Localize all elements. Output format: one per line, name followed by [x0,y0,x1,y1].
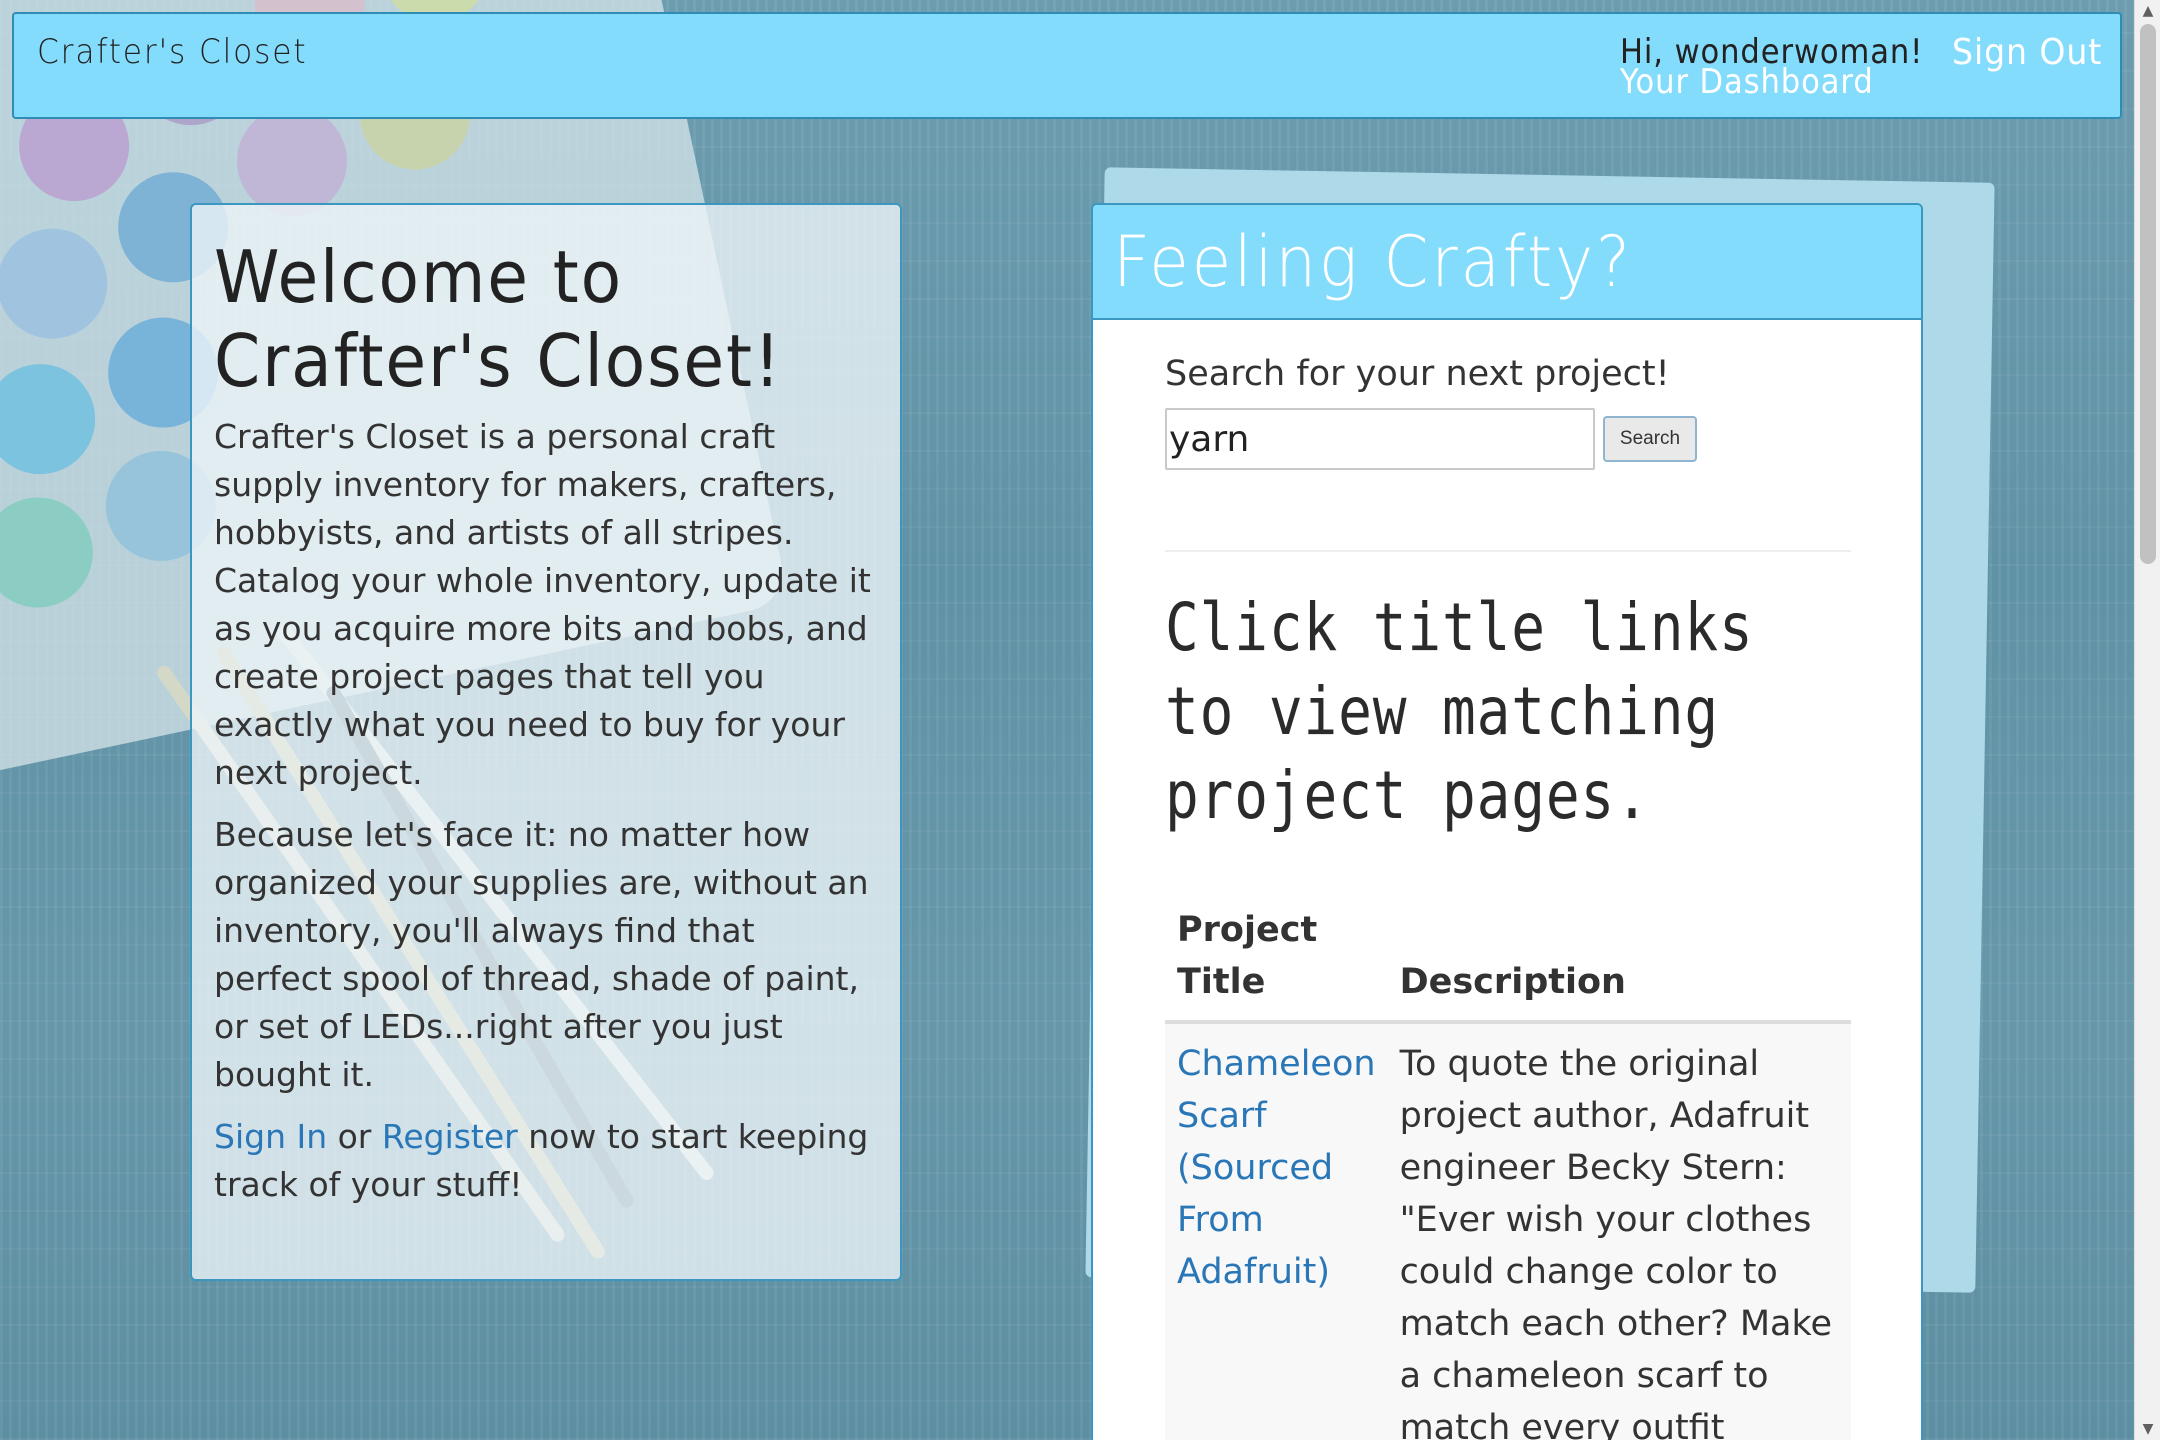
column-header-title: Project Title [1165,904,1388,1024]
triangle-up-icon[interactable]: ▲ [2135,0,2160,22]
project-title-cell: Chameleon Scarf (Sourced From Adafruit) [1165,1022,1388,1440]
search-input[interactable] [1165,408,1595,470]
divider [1165,550,1851,552]
scrollbar-thumb[interactable] [2140,24,2156,564]
sign-in-link[interactable]: Sign In [214,1117,327,1156]
search-label: Search for your next project! [1165,354,1670,394]
sign-out-link[interactable]: Sign Out [1952,32,2102,73]
table-row: Chameleon Scarf (Sourced From Adafruit) … [1165,1022,1851,1440]
search-button[interactable]: Search [1603,416,1697,462]
search-panel-body: Search for your next project! Search Cli… [1093,320,1921,1440]
triangle-down-icon[interactable]: ▼ [2135,1418,2160,1440]
search-panel: Feeling Crafty? Search for your next pro… [1091,203,1923,1440]
results-table: Project Title Description Chameleon Scar… [1165,904,1851,1440]
brand-link[interactable]: Crafter's Closet [37,32,307,72]
table-header-row: Project Title Description [1165,904,1851,1024]
project-description-cell: To quote the original project author, Ad… [1387,1022,1851,1440]
search-panel-header: Feeling Crafty? [1093,205,1921,320]
welcome-reason: Because let's face it: no matter how org… [214,815,869,1094]
column-header-description: Description [1387,904,1851,1024]
project-title-link[interactable]: Chameleon Scarf (Sourced From Adafruit) [1177,1044,1376,1292]
welcome-cta: Sign In or Register now to start keeping… [214,1113,880,1209]
register-link[interactable]: Register [382,1117,518,1156]
dashboard-link[interactable]: Your Dashboard [1620,62,1874,102]
results-instructions: Click title links to view matching proje… [1165,589,1754,834]
search-panel-title: Feeling Crafty? [1113,221,1633,303]
top-navbar: Crafter's Closet Hi, wonderwoman! Your D… [12,12,2122,119]
or-text: or [327,1117,382,1156]
search-row: Search [1165,408,1849,470]
welcome-intro: Crafter's Closet is a personal craft sup… [214,417,871,792]
page-scrollbar[interactable]: ▲ ▼ [2134,0,2160,1440]
welcome-title: Welcome to Crafter's Closet! [214,235,783,403]
welcome-panel: Welcome to Crafter's Closet! Crafter's C… [190,203,902,1281]
